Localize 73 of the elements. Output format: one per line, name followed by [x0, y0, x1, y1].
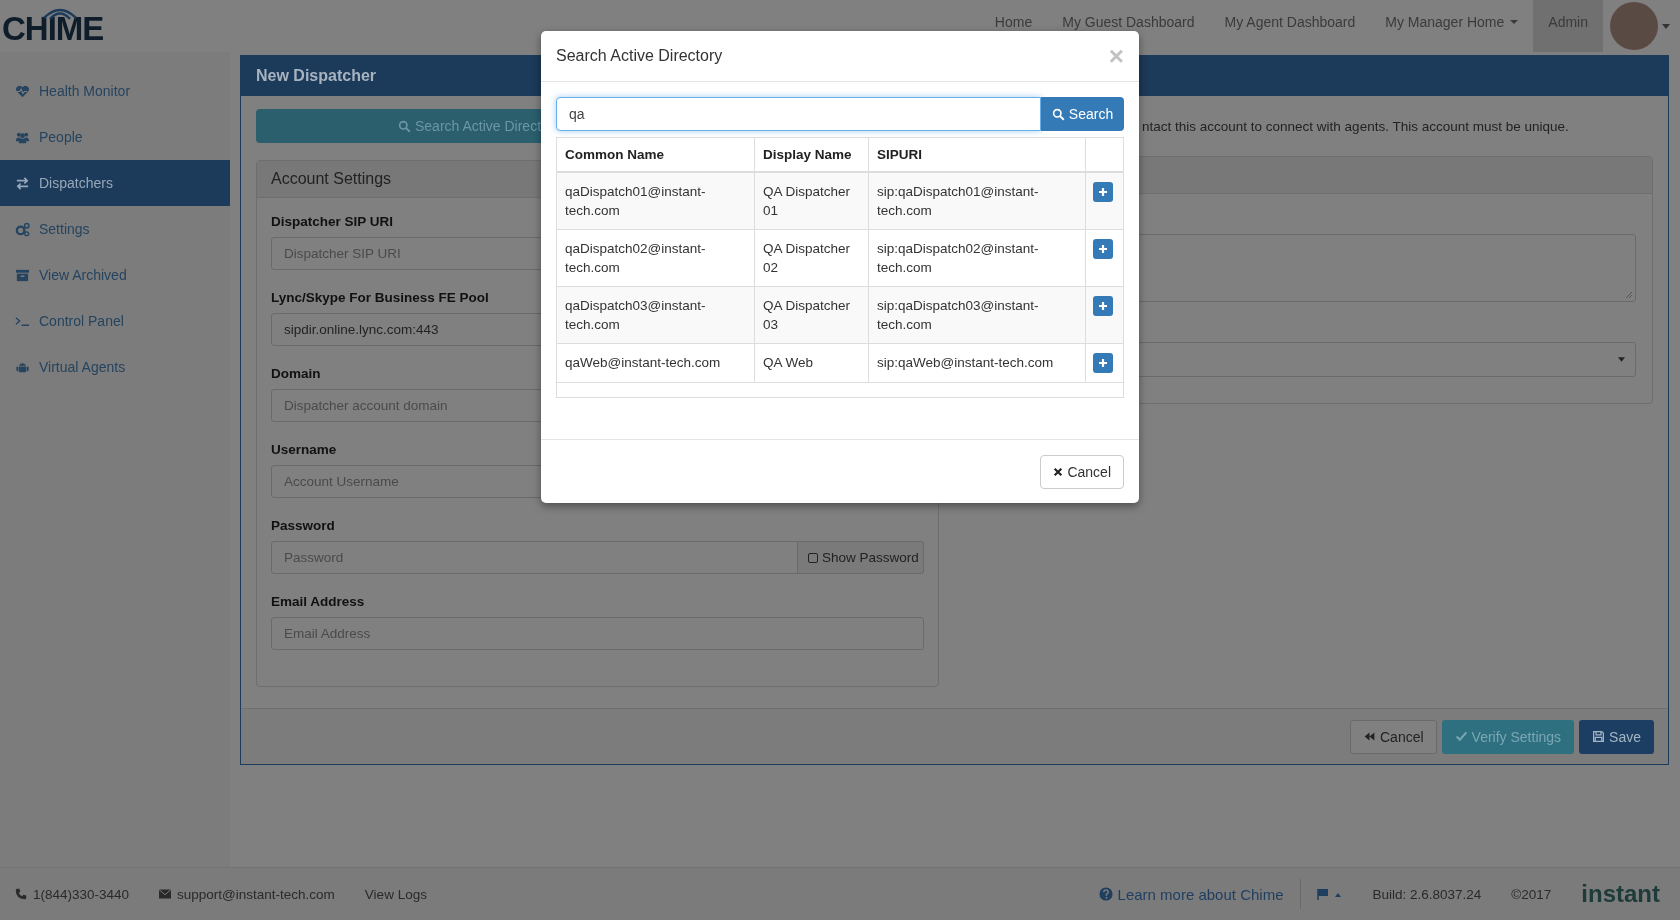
- action-button[interactable]: Cancel: [1350, 719, 1437, 754]
- section-title: Account Settings: [271, 170, 392, 188]
- phone-icon: [15, 888, 27, 900]
- email-link[interactable]: support@instant-tech.com: [159, 886, 335, 902]
- table-cell: qaDispatch01@instant-tech.com: [556, 172, 755, 230]
- copyright: ©2017: [1511, 886, 1552, 902]
- sidebar-item[interactable]: People: [0, 114, 230, 160]
- search-icon: [398, 119, 411, 133]
- sidebar-item[interactable]: Dispatchers: [0, 160, 230, 206]
- add-button[interactable]: [1093, 353, 1113, 373]
- check-icon: [1454, 730, 1468, 743]
- caret-icon: [1618, 357, 1625, 362]
- nav-link[interactable]: My Manager Home: [1370, 0, 1534, 52]
- sidebar-item[interactable]: Virtual Agents: [0, 344, 230, 390]
- dialog-title: Search Active Directory: [556, 47, 723, 65]
- add-button[interactable]: [1093, 296, 1113, 316]
- language-flag-icon[interactable]: [1316, 888, 1343, 900]
- plus-icon: [1098, 187, 1108, 197]
- gears-icon: [15, 221, 30, 237]
- plus-icon: [1098, 301, 1108, 311]
- phone-number: 1(844)330-3440: [15, 886, 130, 902]
- close-icon: [1053, 466, 1064, 477]
- backward-icon: [1363, 730, 1376, 743]
- nav-link[interactable]: My Agent Dashboard: [1209, 0, 1371, 52]
- field-label: Domain: [271, 366, 321, 381]
- sidebar-item[interactable]: Control Panel: [0, 298, 230, 344]
- swap-arrows-icon: [15, 175, 30, 191]
- learn-more-link[interactable]: Learn more about Chime: [1098, 885, 1284, 903]
- sidebar-item[interactable]: View Archived: [0, 252, 230, 298]
- instant-logo: instant: [1581, 880, 1660, 908]
- caret-icon[interactable]: [1662, 23, 1670, 29]
- table-cell: sip:qaDispatch03@instant-tech.com: [868, 286, 1086, 344]
- table-cell: sip:qaWeb@instant-tech.com: [868, 343, 1086, 383]
- table-cell: QA Dispatcher 01: [754, 172, 869, 230]
- plus-icon: [1098, 244, 1108, 254]
- add-button[interactable]: [1093, 239, 1113, 259]
- panel-title: New Dispatcher: [256, 67, 377, 85]
- sidebar-item[interactable]: Settings: [0, 206, 230, 252]
- checkbox[interactable]: [808, 552, 818, 563]
- field-label: Lync/Skype For Business FE Pool: [271, 290, 489, 305]
- resize-grip-icon: [1625, 291, 1633, 299]
- field-label: Password: [271, 518, 335, 533]
- view-logs-link[interactable]: View Logs: [364, 886, 427, 902]
- add-button[interactable]: [1093, 182, 1113, 202]
- action-button[interactable]: Verify Settings: [1441, 719, 1575, 754]
- archive-box-icon: [15, 267, 30, 283]
- close-button[interactable]: ×: [1108, 43, 1124, 69]
- table-cell: QA Web: [754, 343, 869, 383]
- field-label: Dispatcher SIP URI: [271, 214, 394, 229]
- help-text: ntact this account to connect with agents. This account must be unique.: [1142, 117, 1569, 136]
- heart-icon: [15, 83, 30, 99]
- user-avatar[interactable]: [1610, 2, 1658, 50]
- envelope-icon: [159, 888, 172, 900]
- table-cell: QA Dispatcher 03: [754, 286, 869, 344]
- action-button[interactable]: Save: [1579, 719, 1654, 754]
- table-cell: qaDispatch02@instant-tech.com: [556, 229, 755, 287]
- table-cell: sip:qaDispatch01@instant-tech.com: [868, 172, 1086, 230]
- search-button[interactable]: Search: [1041, 97, 1124, 131]
- chime-logo[interactable]: CHIME: [0, 0, 112, 52]
- field-label: Email Address: [271, 594, 365, 609]
- search-field[interactable]: qa: [556, 97, 1041, 131]
- show-password-toggle[interactable]: Show Password: [798, 541, 924, 574]
- table-cell: qaWeb@instant-tech.com: [556, 343, 755, 383]
- build-version: Build: 2.6.8037.24: [1372, 886, 1482, 902]
- table-cell: sip:qaDispatch02@instant-tech.com: [868, 229, 1086, 287]
- help-icon: [1098, 887, 1113, 901]
- table-cell: QA Dispatcher 02: [754, 229, 869, 287]
- sidebar-item[interactable]: Health Monitor: [0, 68, 230, 114]
- cancel-button[interactable]: Cancel: [1040, 454, 1124, 489]
- field-label: Username: [271, 442, 337, 457]
- search-icon: [1051, 107, 1065, 121]
- plus-icon: [1098, 358, 1108, 368]
- table-cell: qaDispatch03@instant-tech.com: [556, 286, 755, 344]
